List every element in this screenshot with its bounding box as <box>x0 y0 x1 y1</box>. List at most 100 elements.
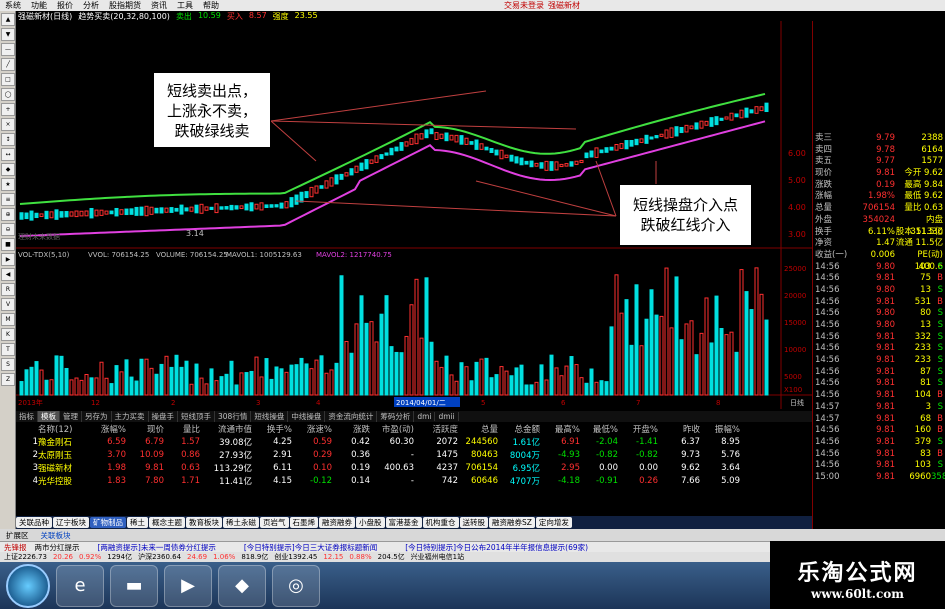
indicator-tab[interactable]: 短线操盘 <box>251 411 289 422</box>
ticker-item[interactable]: 两市分红提示 <box>31 542 84 553</box>
indicator-tab[interactable]: 中线操盘 <box>288 411 326 422</box>
tool-button[interactable]: ╱ <box>1 58 15 71</box>
login-status[interactable]: 交易未登录 <box>499 0 549 11</box>
menu-futures[interactable]: 股指期货 <box>104 0 146 11</box>
table-row[interactable]: 2 太原刚玉 3.70 10.09 0.86 27.93亿 2.91 0.29 0.36 - 147… <box>16 448 812 461</box>
folder-icon[interactable]: ▬ <box>110 564 158 607</box>
tool-button[interactable]: ◀ <box>1 268 15 281</box>
sector-tab[interactable]: 融资融券 <box>319 517 355 528</box>
header-cell[interactable]: 昨收 <box>658 423 700 435</box>
app-icon[interactable]: ◆ <box>218 564 266 607</box>
table-row[interactable]: 1 豫金刚石 6.59 6.79 1.57 39.08亿 4.25 0.59 0.42 60.30… <box>16 435 812 448</box>
stock-name[interactable]: 豫金刚石 <box>38 436 88 448</box>
sector-tab[interactable]: 辽宁板块 <box>53 517 89 528</box>
indicator-tab[interactable]: dmi <box>414 412 436 421</box>
tool-button[interactable]: □ <box>1 73 15 86</box>
app-icon[interactable]: ◎ <box>272 564 320 607</box>
indicator-tab[interactable]: 另存为 <box>82 411 112 422</box>
tool-button[interactable]: ⊖ <box>1 223 15 236</box>
tool-button[interactable]: ↕ <box>1 133 15 146</box>
indicator-tab[interactable]: 筹码分析 <box>377 411 415 422</box>
header-cell[interactable]: 总量 <box>458 423 498 435</box>
tool-button[interactable]: ★ <box>1 178 15 191</box>
sector-tab[interactable]: 矿物制品 <box>90 517 126 528</box>
ticker-item[interactable]: 先锋报 <box>0 542 31 553</box>
header-cell[interactable]: 换手% <box>252 423 292 435</box>
sector-tab[interactable]: 融资融券SZ <box>489 517 535 528</box>
indicator-tab[interactable]: dmii <box>435 412 459 421</box>
tool-button[interactable]: — <box>1 43 15 56</box>
sector-tab[interactable]: 稀土 <box>127 517 148 528</box>
tool-button[interactable]: ▶ <box>1 253 15 266</box>
menu-news[interactable]: 资讯 <box>146 0 172 11</box>
menu-quote[interactable]: 报价 <box>52 0 78 11</box>
tick-list[interactable]: 14:56 9.80 103 S 14:56 9.81 75 B 14:56 9.80 13 S 14:… <box>813 262 945 484</box>
header-cell[interactable]: 量比 <box>164 423 200 435</box>
indicator-tab[interactable]: 资金流向统计 <box>325 411 378 422</box>
tool-button[interactable]: + <box>1 103 15 116</box>
sector-tab[interactable]: 定向增发 <box>535 517 572 528</box>
ie-icon[interactable]: e <box>56 564 104 607</box>
tool-button[interactable]: T <box>1 343 15 356</box>
ticker-item[interactable]: [两融资提示]未来一周债券分红提示 <box>84 542 230 553</box>
tool-button[interactable]: ◆ <box>1 163 15 176</box>
status-left[interactable]: 扩展区 <box>0 530 35 541</box>
stock-name[interactable]: 强磁新材 <box>38 462 88 474</box>
menu-tools[interactable]: 工具 <box>172 0 198 11</box>
table-row[interactable]: 3 强磁新材 1.98 9.81 0.63 113.29亿 6.11 0.10 0.19 400.… <box>16 462 812 475</box>
sector-tab[interactable]: 关联品种 <box>16 517 52 528</box>
menu-system[interactable]: 系统 <box>0 0 26 11</box>
header-cell[interactable]: 涨速% <box>292 423 332 435</box>
table-row[interactable]: 4 光华控股 1.83 7.80 1.71 11.41亿 4.15 -0.12 0.14 - 742… <box>16 475 812 488</box>
index-sh[interactable]: 上证2226.73 <box>4 552 47 562</box>
tool-button[interactable]: K <box>1 328 15 341</box>
header-cell[interactable]: 总金额 <box>498 423 540 435</box>
indicator-tab[interactable]: 308行情 <box>215 411 252 422</box>
header-cell[interactable]: 流通市值 <box>200 423 252 435</box>
header-cell[interactable]: 涨跌 <box>332 423 370 435</box>
start-button[interactable] <box>6 563 50 608</box>
index-sz[interactable]: 沪深2360.64 <box>138 552 181 562</box>
sector-tab[interactable]: 稀土永磁 <box>223 517 259 528</box>
sector-tab[interactable]: 页岩气 <box>260 517 289 528</box>
tool-button[interactable]: ≡ <box>1 193 15 206</box>
tool-button[interactable]: S <box>1 358 15 371</box>
tool-button[interactable]: ▲ <box>1 13 15 26</box>
header-cell[interactable]: 振幅% <box>700 423 740 435</box>
sector-tab[interactable]: 小盘股 <box>356 517 385 528</box>
tool-button[interactable]: ▼ <box>1 28 15 41</box>
indicator-tab[interactable]: 模板 <box>38 411 60 422</box>
ticker-item[interactable]: [今日特别提示]今日三大证券报标题新闻 <box>230 542 391 553</box>
sector-tab[interactable]: 机构重仓 <box>422 517 459 528</box>
menu-help[interactable]: 帮助 <box>198 0 224 11</box>
tool-button[interactable]: Z <box>1 373 15 386</box>
sector-tab[interactable]: 富港基金 <box>385 517 422 528</box>
indicator-tab[interactable]: 管理 <box>60 411 82 422</box>
stock-name[interactable]: 光华控股 <box>38 475 88 487</box>
stock-name[interactable]: 太原刚玉 <box>38 449 88 461</box>
header-cell[interactable]: 涨幅% <box>88 423 126 435</box>
menu-analysis[interactable]: 分析 <box>78 0 104 11</box>
header-cell[interactable]: 名称(12) <box>38 423 88 435</box>
header-cell[interactable]: 开盘% <box>618 423 658 435</box>
header-cell[interactable]: 最高% <box>540 423 580 435</box>
sector-tab[interactable]: 概念主题 <box>149 517 185 528</box>
index-cy[interactable]: 创业1392.45 <box>274 552 317 562</box>
sector-tab[interactable]: 送转股 <box>459 517 488 528</box>
indicator-tab[interactable]: 短线顶手 <box>178 411 215 422</box>
stock-table[interactable]: 名称(12) 涨幅% 现价 量比 流通市值 换手% 涨速% 涨跌 市盈(动) 活跃度 总量 总金额 最高… <box>16 422 812 516</box>
indicator-tab[interactable]: 指标 <box>16 411 38 422</box>
tool-button[interactable]: V <box>1 298 15 311</box>
ticker-item[interactable]: [今日特别提示]今日公布2014年半年报信息提示(69家) <box>391 542 602 553</box>
header-cell[interactable]: 活跃度 <box>414 423 458 435</box>
period-label[interactable]: 日线 <box>790 398 804 407</box>
indicator-tab[interactable]: 操盘手 <box>149 411 178 422</box>
tool-button[interactable]: × <box>1 118 15 131</box>
tool-button[interactable]: M <box>1 313 15 326</box>
header-cell[interactable]: 市盈(动) <box>370 423 414 435</box>
header-cell[interactable]: 最低% <box>580 423 618 435</box>
tool-button[interactable]: R <box>1 283 15 296</box>
sector-tab[interactable]: 教育板块 <box>186 517 222 528</box>
media-icon[interactable]: ▶ <box>164 564 212 607</box>
status-mid[interactable]: 关联板块 <box>35 530 77 541</box>
